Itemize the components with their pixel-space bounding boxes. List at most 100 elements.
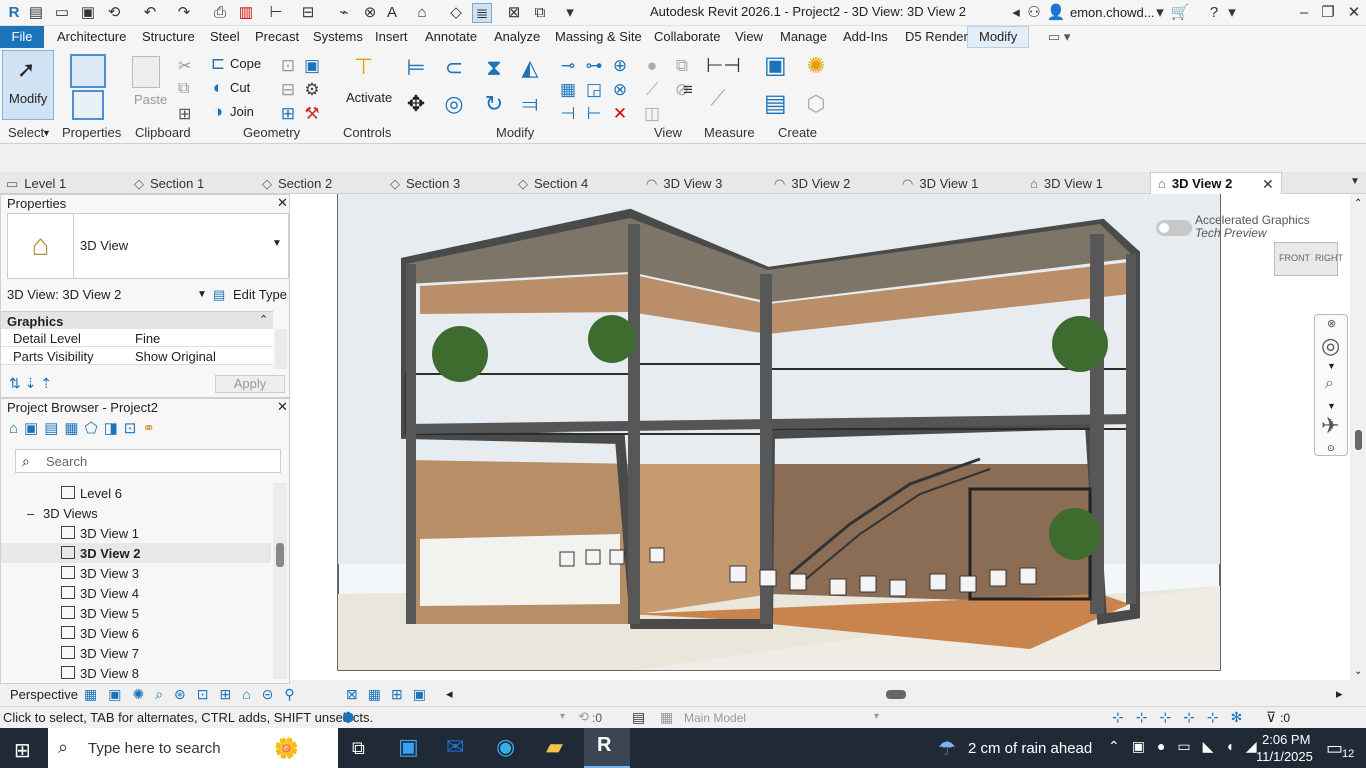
tab-steel[interactable]: Steel: [210, 29, 240, 44]
move-icon[interactable]: ✥: [406, 93, 426, 115]
zoom-dropdown-icon[interactable]: ▼: [1327, 401, 1336, 411]
export-icon[interactable]: ▥: [236, 3, 256, 23]
cart-icon[interactable]: 🛒: [1170, 3, 1190, 23]
edit-type-button[interactable]: Edit Type: [233, 287, 287, 302]
rotate-icon[interactable]: ↻: [484, 93, 504, 115]
view-misc-icon[interactable]: ◫: [642, 104, 662, 124]
scroll-up-icon[interactable]: ⌃: [1354, 198, 1362, 209]
binoculars-icon[interactable]: ⚇: [1024, 3, 1044, 23]
view-tab-3d-view-1-b[interactable]: ⌂ 3D View 1: [1030, 176, 1103, 191]
view-tab-3d-view-2-b[interactable]: ◠ 3D View 2: [774, 176, 850, 192]
cope-icon[interactable]: ⊏: [208, 54, 228, 74]
unpin-icon[interactable]: ⊗: [610, 80, 630, 100]
customize-qat-icon[interactable]: ▾: [560, 3, 580, 23]
close-tab-icon[interactable]: ✕: [1262, 176, 1274, 193]
create-group-icon[interactable]: ▤: [764, 92, 787, 116]
properties-close-icon[interactable]: ✕: [277, 195, 288, 211]
save-icon[interactable]: ▣: [78, 3, 98, 23]
demolish-icon[interactable]: ⚙: [302, 80, 322, 100]
pin-icon[interactable]: ⊕: [610, 56, 630, 76]
hammer-icon[interactable]: ⚒: [302, 104, 322, 124]
offset-icon[interactable]: ⊂: [444, 57, 464, 79]
type-dropdown-icon[interactable]: ▼: [272, 238, 282, 249]
orbit-dropdown-icon[interactable]: ⊙: [1327, 443, 1335, 454]
trim-multiple-icon[interactable]: ⊢: [584, 104, 604, 124]
split-gap-icon[interactable]: ⊶: [584, 56, 604, 76]
file-explorer-icon[interactable]: ▰: [546, 734, 563, 760]
horizontal-scroll-thumb[interactable]: [886, 690, 906, 699]
steering-wheel-icon[interactable]: ◎: [1321, 333, 1340, 359]
copy-icon[interactable]: ◎: [444, 93, 464, 115]
view-tab-section-1[interactable]: ◇ Section 1: [134, 176, 204, 192]
trim-icon[interactable]: ⫤: [520, 93, 540, 115]
redo-icon[interactable]: ↷: [174, 3, 194, 23]
override-graphics-icon[interactable]: ⧉: [672, 56, 692, 76]
task-view-icon[interactable]: ⧉: [352, 738, 365, 759]
tab-architecture[interactable]: Architecture: [57, 29, 126, 44]
viewcube-right[interactable]: RIGHT: [1315, 253, 1343, 263]
windows-start-icon[interactable]: ⊞: [14, 738, 31, 763]
nav-close-icon[interactable]: ⊗: [1327, 317, 1336, 330]
copy-clipboard-icon[interactable]: ⧉: [178, 80, 189, 98]
sync-icon[interactable]: ⟲: [104, 3, 124, 23]
weather-text[interactable]: 2 cm of rain ahead: [968, 740, 1092, 757]
vertical-scroll-thumb[interactable]: [1355, 430, 1362, 450]
scale-icon[interactable]: ◲: [584, 80, 604, 100]
notification-icon[interactable]: ▭: [1326, 738, 1343, 759]
type-properties-icon[interactable]: [70, 54, 106, 88]
apply-button[interactable]: Apply: [215, 375, 285, 393]
type-selector[interactable]: ⌂ 3D View ▼: [7, 213, 289, 279]
align-icon[interactable]: ⊨: [406, 57, 426, 79]
measure-icon[interactable]: ⊢: [266, 3, 286, 23]
create-parts-icon[interactable]: ✺: [806, 55, 826, 77]
view-tab-section-2[interactable]: ◇ Section 2: [262, 176, 332, 192]
properties-icon[interactable]: [72, 90, 104, 120]
viewcube-front[interactable]: FRONT: [1279, 253, 1310, 263]
user-icon[interactable]: 👤: [1046, 3, 1066, 23]
close-hidden-icon[interactable]: ⊠: [504, 3, 524, 23]
undo-icon[interactable]: ↶: [140, 3, 160, 23]
main-model-select[interactable]: Main Model: [684, 711, 746, 725]
match-properties-icon[interactable]: ⊞: [178, 104, 191, 124]
select-panel-label[interactable]: Select: [8, 125, 44, 140]
activate-dimensions-icon[interactable]: ⊤: [354, 54, 373, 80]
vertical-scrollbar[interactable]: ⌃ ⌄: [1350, 194, 1366, 680]
tab-manage[interactable]: Manage: [780, 29, 827, 44]
print-icon[interactable]: ⎙: [210, 3, 230, 23]
zoom-icon[interactable]: ⌕: [1325, 375, 1334, 393]
scroll-right-icon[interactable]: ▸: [1336, 686, 1343, 702]
create-similar-icon[interactable]: ⬡: [806, 93, 826, 115]
minimize-icon[interactable]: –: [1294, 3, 1314, 23]
system-tray-icons[interactable]: ⌃▣●▭◣◖◢: [1108, 738, 1269, 755]
design-options-icon[interactable]: ▤: [632, 709, 645, 726]
browser-scroll-thumb[interactable]: [276, 543, 284, 567]
tree-item-selected[interactable]: 3D View 2: [1, 543, 271, 563]
tree-item[interactable]: 3D View 8: [1, 663, 271, 683]
array-icon[interactable]: ▦: [558, 80, 578, 100]
select-dropdown-icon[interactable]: ▼: [42, 128, 51, 138]
perspective-label[interactable]: Perspective: [10, 687, 78, 702]
mirror-draw-icon[interactable]: ◭: [520, 57, 540, 79]
default-3d-icon[interactable]: ⌂: [412, 3, 432, 23]
user-dropdown-icon[interactable]: ▾: [1150, 3, 1170, 23]
worksets-icon[interactable]: ⬢: [342, 709, 354, 726]
tab-insert[interactable]: Insert: [375, 29, 408, 44]
filter-icon[interactable]: ⊽: [1266, 709, 1276, 726]
tab-annotate[interactable]: Annotate: [425, 29, 477, 44]
tab-massing-site[interactable]: Massing & Site: [555, 29, 642, 44]
clock-date[interactable]: 11/1/2025: [1256, 749, 1313, 764]
help-dropdown-icon[interactable]: ▾: [1222, 3, 1242, 23]
scroll-down-icon[interactable]: ⌄: [1354, 666, 1362, 677]
dimension-icon[interactable]: ⊟: [298, 3, 318, 23]
tree-group-3d-views[interactable]: –3D Views: [1, 503, 271, 523]
tab-d5-render[interactable]: D5 Render: [905, 29, 968, 44]
search-input[interactable]: ⌕ Search: [15, 449, 281, 473]
measure-distance-icon[interactable]: ⊢⊣: [706, 56, 741, 76]
editable-icon[interactable]: ⟲: [578, 709, 589, 725]
cut-clipboard-icon[interactable]: ✂: [178, 56, 191, 76]
switch-windows-icon[interactable]: ⧉: [530, 3, 550, 23]
tag-icon[interactable]: ⌁: [334, 3, 354, 23]
tree-item-level-6[interactable]: Level 6: [1, 483, 271, 503]
trim-single-icon[interactable]: ⊣: [558, 104, 578, 124]
browser-scrollbar[interactable]: [273, 483, 287, 679]
